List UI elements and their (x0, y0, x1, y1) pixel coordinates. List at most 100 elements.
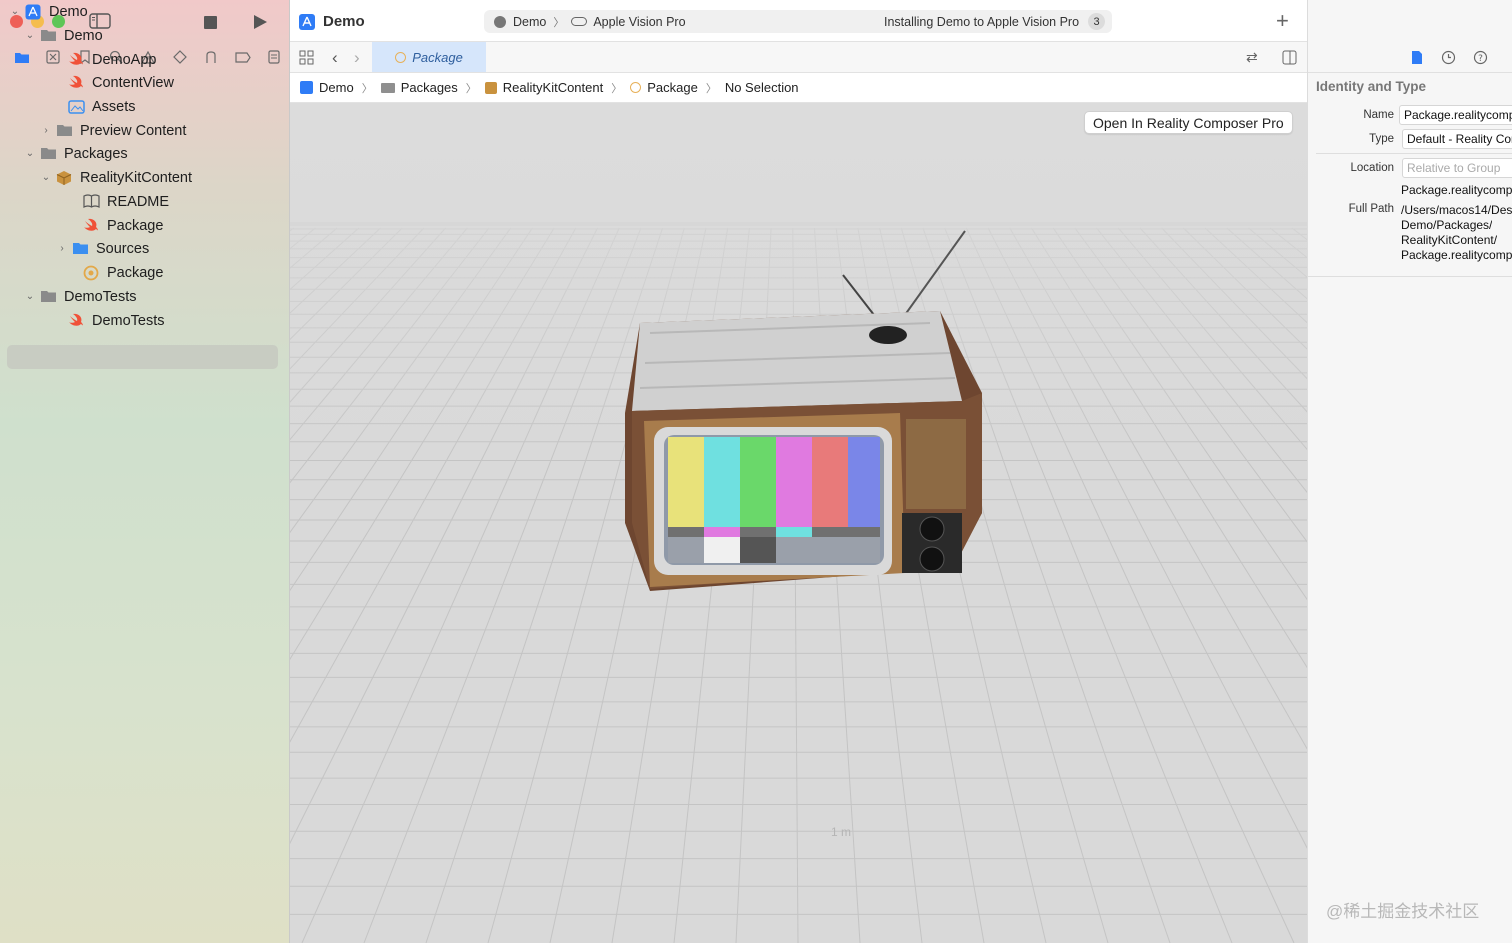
breadcrumb-package[interactable]: Package (630, 80, 698, 95)
tree-row-label: README (107, 193, 170, 210)
folder-icon[interactable] (6, 51, 38, 64)
editor-tab-bar: ‹ › Package ⇄ (290, 42, 1307, 73)
tree-row[interactable]: ⌄ Demo (11, 0, 88, 23)
folder-blue-icon (72, 241, 89, 256)
activity-view[interactable]: Demo 〉 Apple Vision Pro Installing Demo … (484, 10, 1112, 33)
add-icon[interactable]: + (1276, 10, 1289, 32)
debug-icon[interactable] (195, 50, 227, 64)
disclosure-expanded-icon[interactable]: ⌄ (24, 148, 36, 159)
3d-viewport[interactable]: Open In Reality Composer Pro 1 m (290, 103, 1307, 943)
breadcrumb-label: Demo (319, 80, 354, 95)
folder-icon (40, 289, 57, 304)
breadcrumb-realitykitcontent[interactable]: RealityKitContent (484, 80, 603, 95)
file-inspector-icon[interactable] (1411, 50, 1423, 68)
tree-row-label: Packages (64, 145, 128, 162)
breadcrumb-packages[interactable]: Packages (380, 80, 458, 95)
status-count-badge[interactable]: 3 (1088, 13, 1105, 30)
test-icon[interactable] (164, 50, 196, 64)
tree-row[interactable]: › Sources (60, 237, 150, 260)
project-icon (25, 4, 42, 20)
folder-icon (380, 82, 395, 93)
scale-label: 1 m (831, 825, 852, 839)
tree-row-label: Package (107, 217, 164, 234)
disclosure-expanded-icon[interactable]: ⌄ (24, 291, 36, 302)
report-icon[interactable] (259, 50, 291, 64)
tree-row[interactable]: ⌄ DemoTests (26, 285, 137, 308)
open-in-reality-composer-pro-button[interactable]: Open In Reality Composer Pro (1084, 111, 1293, 134)
swap-icon[interactable]: ⇄ (1246, 49, 1258, 66)
stop-icon[interactable] (200, 12, 220, 32)
breadcrumb-label: Package (647, 80, 698, 95)
breadcrumb-no-selection[interactable]: No Selection (725, 80, 799, 95)
grid-icon[interactable] (299, 50, 314, 68)
tree-row-label: ContentView (92, 74, 174, 91)
tree-row-label: Package (107, 264, 164, 281)
book-icon (83, 194, 100, 209)
inspector-panel: ? Identity and Type Name Package.reality… (1307, 0, 1512, 943)
folder-icon (40, 146, 57, 161)
full-path-line: RealityKitContent/ (1401, 233, 1498, 247)
scheme-label[interactable]: Demo (513, 15, 546, 29)
chevron-right-icon: 〉 (361, 82, 373, 95)
section-title: Identity and Type (1316, 79, 1427, 94)
swift-icon (68, 52, 85, 67)
chevron-right-icon: 〉 (705, 82, 717, 95)
tree-row[interactable]: ⌄ RealityKitContent (42, 166, 193, 189)
help-icon[interactable]: ? (1473, 50, 1488, 68)
window-toolbar: Demo Demo 〉 Apple Vision Pro Installing … (290, 0, 1307, 42)
tree-row[interactable]: ⌄ Packages (26, 142, 128, 165)
tree-row[interactable]: DemoTests (68, 309, 165, 332)
full-path-label: Full Path (1348, 203, 1394, 215)
history-icon[interactable] (1441, 50, 1456, 68)
type-select[interactable]: Default - Reality Composer Pro (1402, 129, 1512, 149)
tree-row-label: Assets (92, 98, 136, 115)
project-title: Demo (323, 13, 365, 30)
source-control-icon[interactable] (38, 50, 70, 64)
reality-file-icon (395, 51, 407, 63)
disclosure-expanded-icon[interactable]: ⌄ (9, 6, 21, 17)
full-path-line: Demo/Packages/ (1401, 218, 1493, 232)
tree-row[interactable]: Package (83, 214, 163, 237)
breadcrumb: Demo 〉 Packages 〉 RealityKitContent 〉 Pa… (290, 73, 1307, 103)
assets-icon (68, 99, 85, 114)
tab-label: Package (412, 49, 463, 65)
breakpoint-icon[interactable] (227, 51, 259, 63)
tree-row[interactable]: README (83, 190, 169, 213)
tree-row-label: RealityKitContent (80, 169, 193, 186)
tree-row-label: Demo (64, 27, 103, 44)
disclosure-collapsed-icon[interactable]: › (40, 125, 52, 136)
svg-text:?: ? (1478, 54, 1483, 64)
disclosure-expanded-icon[interactable]: ⌄ (24, 30, 36, 41)
folder-icon (40, 28, 57, 43)
navigator-sidebar: ⌄ Demo ⌄ Demo DemoApp ContentView Assets › Previ… (0, 0, 290, 943)
reality-icon (83, 265, 100, 281)
scheme-icon (494, 15, 506, 28)
add-editor-icon[interactable] (1282, 50, 1297, 68)
tree-row[interactable]: Assets (68, 95, 136, 118)
tree-row-label: Preview Content (80, 122, 187, 139)
tree-row[interactable]: ContentView (68, 71, 174, 94)
breadcrumb-label: Packages (400, 80, 458, 95)
xcode-window: ⌄ Demo ⌄ Demo DemoApp ContentView Assets › Previ… (0, 0, 1512, 943)
tree-row[interactable]: › Preview Content (44, 119, 187, 142)
project-icon (300, 81, 313, 94)
back-icon[interactable]: ‹ (332, 48, 338, 68)
tree-row[interactable]: ⌄ Demo (26, 24, 103, 47)
tree-row[interactable]: DemoApp (68, 48, 156, 71)
app-icon (299, 13, 315, 30)
chevron-right-icon: 〉 (553, 16, 565, 29)
tree-row-label: Sources (96, 240, 150, 257)
vision-pro-icon (571, 17, 588, 26)
disclosure-expanded-icon[interactable]: ⌄ (40, 172, 52, 183)
run-icon[interactable] (249, 11, 271, 33)
tree-row-label: DemoTests (92, 312, 165, 329)
tree-row[interactable]: Package (83, 261, 163, 284)
name-field[interactable]: Package.realitycomposerpro (1399, 105, 1512, 125)
tab-package[interactable]: Package (372, 42, 486, 72)
disclosure-collapsed-icon[interactable]: › (56, 243, 68, 254)
package-icon (484, 81, 497, 94)
forward-icon[interactable]: › (354, 48, 360, 68)
destination-label[interactable]: Apple Vision Pro (593, 15, 685, 29)
breadcrumb-demo[interactable]: Demo (300, 80, 354, 95)
location-select[interactable]: Relative to Group (1402, 158, 1512, 178)
